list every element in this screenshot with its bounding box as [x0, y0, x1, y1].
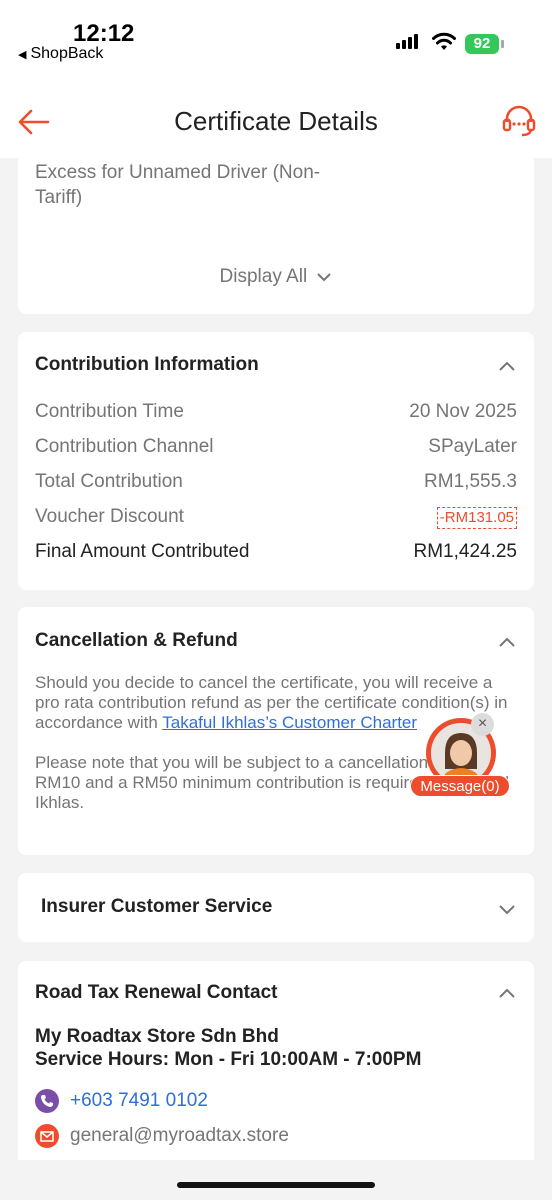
store-info: My Roadtax Store Sdn Bhd Service Hours: … [35, 1025, 421, 1071]
display-all-button[interactable]: Display All [18, 266, 534, 288]
status-bar: 12:12 ◀ ShopBack 92 [0, 0, 552, 96]
chevron-up-icon[interactable] [498, 360, 516, 372]
total-contribution-row: Total Contribution RM1,555.3 [35, 471, 517, 493]
back-to-app-link[interactable]: ◀ ShopBack [18, 45, 103, 63]
row-label: Voucher Discount [35, 506, 184, 527]
contribution-time-row: Contribution Time 20 Nov 2025 [35, 401, 517, 423]
road-tax-contact-card: Road Tax Renewal Contact My Roadtax Stor… [18, 961, 534, 1161]
phone-number-link[interactable]: +603 7491 0102 [70, 1090, 208, 1112]
email-address[interactable]: general@myroadtax.store [70, 1125, 289, 1147]
service-hours: Service Hours: Mon - Fri 10:00AM - 7:00P… [35, 1049, 422, 1070]
home-indicator[interactable] [177, 1182, 375, 1188]
row-value: RM1,555.3 [424, 471, 517, 492]
back-triangle-icon: ◀ [18, 49, 27, 61]
chevron-down-icon [317, 273, 332, 282]
customer-charter-link[interactable]: Takaful Ikhlas’s Customer Charter [162, 713, 417, 732]
voucher-discount-badge: -RM131.05 [436, 507, 517, 529]
contribution-info-title: Contribution Information [35, 354, 259, 375]
row-value: SPayLater [428, 436, 517, 457]
battery-tip [501, 40, 504, 48]
coverage-card: Excess for Unnamed Driver (Non-Tariff) D… [18, 150, 534, 314]
road-tax-title: Road Tax Renewal Contact [35, 982, 278, 1003]
final-amount-row: Final Amount Contributed RM1,424.25 [35, 541, 517, 563]
cancellation-title: Cancellation & Refund [35, 630, 238, 651]
insurer-service-title: Insurer Customer Service [41, 896, 273, 917]
email-contact[interactable]: general@myroadtax.store [35, 1124, 289, 1148]
phone-icon [35, 1089, 59, 1113]
chevron-up-icon[interactable] [498, 636, 516, 648]
close-icon[interactable]: × [471, 713, 494, 736]
wifi-icon [432, 32, 456, 50]
row-label: Contribution Channel [35, 436, 214, 457]
contribution-channel-row: Contribution Channel SPayLater [35, 436, 517, 458]
nav-header: Certificate Details [0, 96, 552, 158]
voucher-discount-row: Voucher Discount -RM131.05 [35, 506, 517, 529]
phone-contact[interactable]: +603 7491 0102 [35, 1089, 208, 1113]
back-app-label: ShopBack [30, 45, 104, 62]
row-value: RM1,424.25 [413, 541, 517, 562]
chevron-up-icon[interactable] [498, 987, 516, 999]
row-value: 20 Nov 2025 [409, 401, 517, 422]
chevron-down-icon[interactable] [498, 903, 516, 915]
row-label: Final Amount Contributed [35, 541, 250, 562]
row-label: Total Contribution [35, 471, 183, 492]
mail-icon [35, 1124, 59, 1148]
status-time: 12:12 [73, 20, 135, 47]
row-label: Contribution Time [35, 401, 184, 422]
bottom-safe-area [0, 1160, 552, 1200]
battery-icon: 92 [465, 34, 499, 54]
coverage-item-text: Excess for Unnamed Driver (Non-Tariff) [35, 162, 321, 208]
message-count-label[interactable]: Message(0) [410, 775, 510, 797]
store-name: My Roadtax Store Sdn Bhd [35, 1026, 279, 1047]
display-all-label: Display All [219, 266, 308, 287]
cellular-signal-icon [396, 34, 418, 49]
insurer-customer-service-card[interactable]: Insurer Customer Service [18, 873, 534, 942]
contribution-info-card: Contribution Information Contribution Ti… [18, 332, 534, 590]
headset-icon[interactable] [500, 102, 538, 140]
page-title: Certificate Details [174, 106, 378, 136]
